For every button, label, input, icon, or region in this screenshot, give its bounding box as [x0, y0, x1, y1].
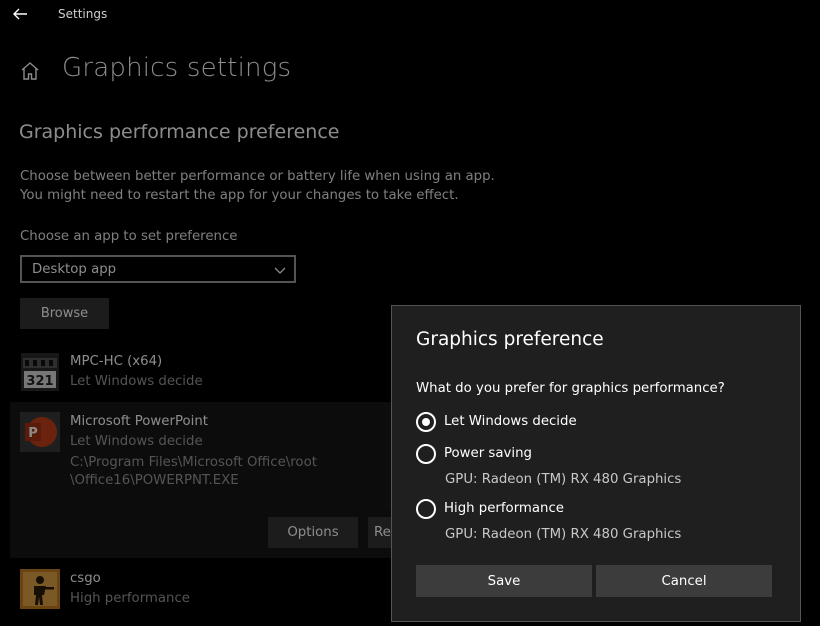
svg-text:P: P	[28, 426, 38, 441]
app-name: csgo	[70, 571, 101, 586]
description-line-2: You might need to restart the app for yo…	[20, 188, 459, 203]
app-name: MPC-HC (x64)	[70, 354, 163, 369]
description: Choose between better performance or bat…	[20, 167, 495, 205]
app-status: Let Windows decide	[70, 434, 203, 449]
cancel-button[interactable]: Cancel	[596, 565, 772, 597]
csgo-icon	[20, 569, 60, 609]
radio-label[interactable]: High performance	[444, 501, 564, 516]
remove-button[interactable]: Remove	[368, 517, 392, 548]
radio-label[interactable]: Let Windows decide	[444, 414, 577, 429]
list-item[interactable]: csgo High performance	[20, 567, 400, 611]
page-title: Graphics settings	[62, 53, 292, 83]
dialog-title: Graphics preference	[416, 329, 604, 350]
home-icon[interactable]	[19, 60, 41, 82]
app-type-dropdown[interactable]: Desktop app	[20, 255, 296, 283]
gpu-name: GPU: Radeon (TM) RX 480 Graphics	[445, 527, 682, 542]
app-name: Microsoft PowerPoint	[70, 414, 208, 429]
mpc-hc-icon: 321	[20, 352, 60, 392]
radio-power-saving[interactable]	[416, 444, 436, 464]
graphics-preference-dialog: Graphics preference What do you prefer f…	[391, 305, 801, 622]
radio-let-windows-decide[interactable]	[416, 412, 436, 432]
section-title: Graphics performance preference	[19, 121, 340, 143]
back-arrow-icon[interactable]	[11, 5, 29, 23]
list-item[interactable]: P Microsoft PowerPoint Let Windows decid…	[20, 410, 400, 454]
choose-app-label: Choose an app to set preference	[20, 229, 238, 244]
list-item[interactable]: 321 MPC-HC (x64) Let Windows decide	[20, 350, 400, 394]
chevron-down-icon	[274, 264, 286, 274]
gpu-name: GPU: Radeon (TM) RX 480 Graphics	[445, 472, 682, 487]
window-title: Settings	[58, 7, 108, 21]
app-status: Let Windows decide	[70, 374, 203, 389]
dropdown-value: Desktop app	[32, 261, 117, 277]
radio-high-performance[interactable]	[416, 499, 436, 519]
dialog-question: What do you prefer for graphics performa…	[416, 381, 725, 396]
browse-button[interactable]: Browse	[20, 298, 109, 329]
description-line-1: Choose between better performance or bat…	[20, 169, 495, 184]
app-path: C:\Program Files\Microsoft Office\root \…	[70, 454, 317, 490]
app-path-line-1: C:\Program Files\Microsoft Office\root	[70, 455, 317, 470]
options-button[interactable]: Options	[268, 517, 358, 548]
svg-text:321: 321	[26, 374, 53, 389]
app-path-line-2: \Office16\POWERPNT.EXE	[70, 473, 239, 488]
app-status: High performance	[70, 591, 190, 606]
powerpoint-icon: P	[20, 412, 60, 452]
radio-label[interactable]: Power saving	[444, 446, 532, 461]
save-button[interactable]: Save	[416, 565, 592, 597]
